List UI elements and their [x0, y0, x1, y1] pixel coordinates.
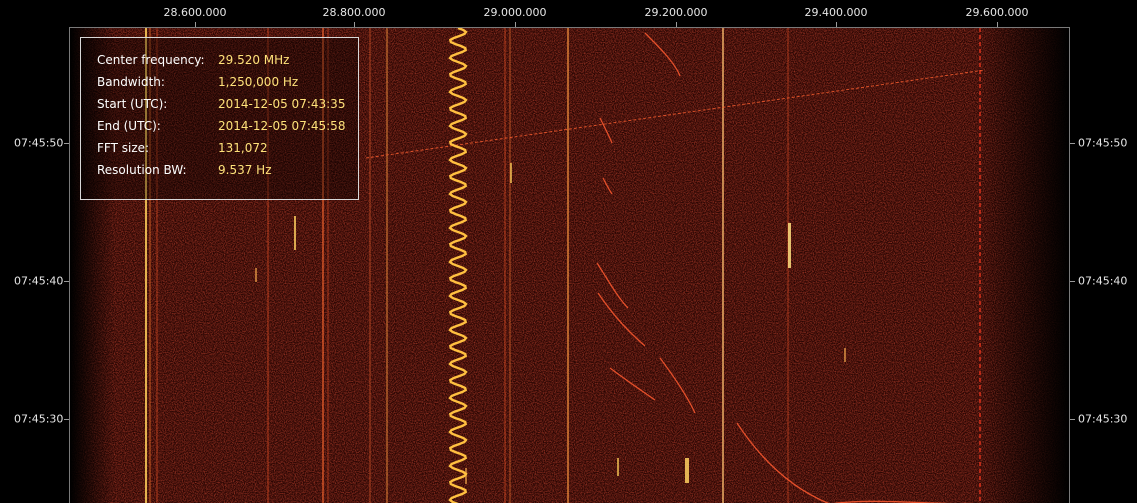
info-value: 29.520 MHz	[218, 53, 290, 67]
info-label: Bandwidth:	[97, 75, 165, 89]
frequency-tick-label: 29.400.000	[804, 6, 868, 19]
info-value: 1,250,000 Hz	[218, 75, 299, 89]
time-tick-label: 07:45:50	[14, 136, 64, 150]
info-value: 9.537 Hz	[218, 163, 272, 177]
info-label: Resolution BW:	[97, 163, 187, 177]
info-value: 2014-12-05 07:43:35	[218, 97, 346, 111]
frequency-tick-label: 29.200.000	[644, 6, 708, 19]
time-tick-label: 07:45:40	[14, 274, 64, 288]
info-label: Center frequency:	[97, 53, 205, 67]
info-row-resolution-bw: Resolution BW: 9.537 Hz	[97, 159, 358, 181]
time-tick-label: 07:45:30	[1078, 412, 1128, 426]
frequency-tick-label: 29.600.000	[965, 6, 1029, 19]
time-tick-mark	[1070, 281, 1075, 282]
info-row-center-frequency: Center frequency: 29.520 MHz	[97, 49, 358, 71]
frequency-tick-label: 28.800.000	[322, 6, 386, 19]
info-row-end-time: End (UTC): 2014-12-05 07:45:58	[97, 115, 358, 137]
info-row-bandwidth: Bandwidth: 1,250,000 Hz	[97, 71, 358, 93]
info-value: 2014-12-05 07:45:58	[218, 119, 346, 133]
time-tick-mark	[1070, 143, 1075, 144]
band-edge-right	[975, 28, 1069, 503]
time-tick-label: 07:45:30	[14, 412, 64, 426]
info-row-fft-size: FFT size: 131,072	[97, 137, 358, 159]
frequency-tick-label: 29.000.000	[483, 6, 547, 19]
capture-info-panel: Center frequency: 29.520 MHz Bandwidth: 1,…	[80, 37, 359, 200]
spectrum-waterfall-app: 28.600.000 28.800.000 29.000.000 29.200.…	[0, 0, 1137, 503]
time-tick-label: 07:45:50	[1078, 136, 1128, 150]
time-tick-label: 07:45:40	[1078, 274, 1128, 288]
frequency-tick-label: 28.600.000	[163, 6, 227, 19]
info-row-start-time: Start (UTC): 2014-12-05 07:43:35	[97, 93, 358, 115]
info-label: FFT size:	[97, 141, 150, 155]
info-label: Start (UTC):	[97, 97, 168, 111]
info-value: 131,072	[218, 141, 268, 155]
info-label: End (UTC):	[97, 119, 161, 133]
time-tick-mark	[1070, 419, 1075, 420]
